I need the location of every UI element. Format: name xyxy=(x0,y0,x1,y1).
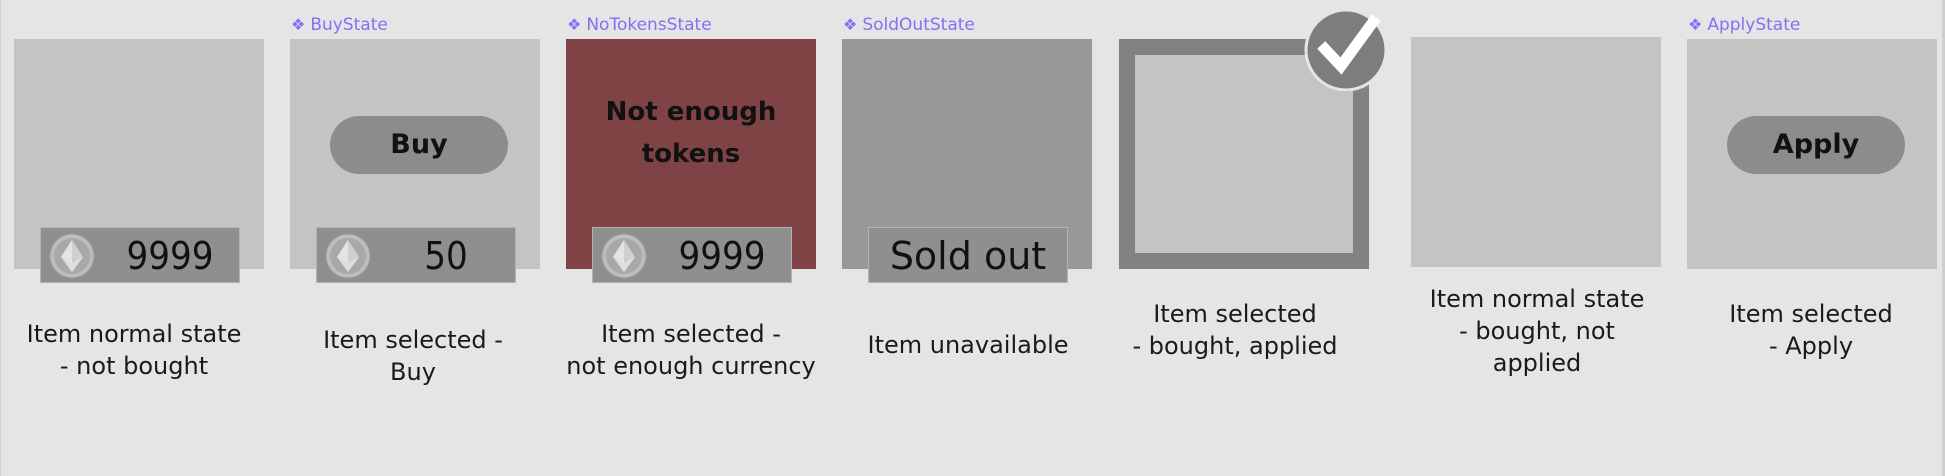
token-coin-icon xyxy=(49,233,95,279)
token-coin-icon xyxy=(325,233,371,279)
price-tag: 9999 xyxy=(40,227,240,283)
price-value: 9999 xyxy=(678,234,766,278)
sold-out-label: Sold out xyxy=(868,227,1068,283)
price-value: 9999 xyxy=(126,234,214,278)
caption-selected-applied: Item selected - bought, applied xyxy=(1132,300,1338,360)
caption-selected-apply: Item selected - Apply xyxy=(1729,300,1893,360)
canvas-edge-left xyxy=(0,0,1,476)
item-card-no-tokens-state[interactable]: Not enough tokens 9999 xyxy=(566,39,816,283)
caption-not-enough-currency: Item selected - not enough currency xyxy=(566,320,816,380)
item-card-buy-state[interactable]: Buy 50 xyxy=(290,39,540,283)
item-card-bought-not-applied[interactable] xyxy=(1411,37,1661,267)
component-label-no-tokens-state[interactable]: ❖ NoTokensState xyxy=(567,14,712,36)
component-icon: ❖ xyxy=(843,15,858,34)
component-label-sold-out-state[interactable]: ❖ SoldOutState xyxy=(843,14,975,36)
component-icon: ❖ xyxy=(567,15,582,34)
caption-selected-buy: Item selected - Buy xyxy=(323,326,503,386)
token-coin-icon xyxy=(601,233,647,279)
caption-item-unavailable: Item unavailable xyxy=(867,331,1069,359)
price-tag: 50 xyxy=(316,227,516,283)
component-label-apply-state[interactable]: ❖ ApplyState xyxy=(1688,14,1800,36)
checkmark-icon xyxy=(1304,8,1388,91)
apply-button[interactable]: Apply xyxy=(1727,116,1905,174)
item-card-sold-out-state[interactable]: Sold out xyxy=(842,39,1092,283)
price-tag: 9999 xyxy=(592,227,792,283)
caption-normal-not-bought: Item normal state - not bought xyxy=(26,320,242,380)
item-card-normal[interactable]: 9999 xyxy=(14,39,264,283)
caption-bought-not-applied: Item normal state - bought, not applied xyxy=(1429,285,1645,377)
buy-button[interactable]: Buy xyxy=(330,116,508,174)
not-enough-tokens-message: Not enough tokens xyxy=(605,97,777,169)
component-icon: ❖ xyxy=(1688,15,1703,34)
component-label-buy-state[interactable]: ❖ BuyState xyxy=(291,14,388,36)
item-card-apply-state[interactable]: Apply xyxy=(1687,39,1937,269)
component-icon: ❖ xyxy=(291,15,306,34)
price-value: 50 xyxy=(424,234,468,278)
